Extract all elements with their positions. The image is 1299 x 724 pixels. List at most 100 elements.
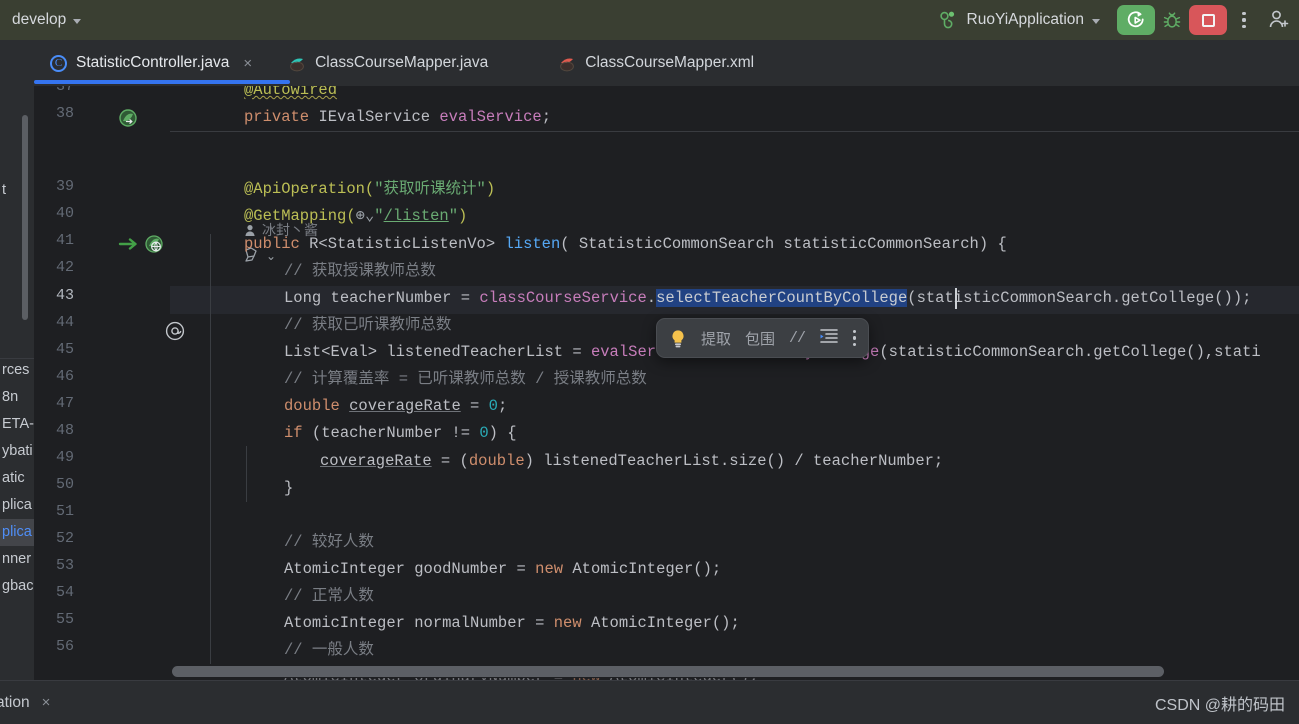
line-number: 39 — [55, 178, 74, 195]
account-button[interactable] — [1261, 5, 1295, 35]
list-item[interactable]: plica — [0, 492, 34, 519]
line-number: 50 — [55, 476, 74, 493]
line-number: 40 — [55, 205, 74, 222]
code-line-40: @GetMapping(⊕⌄"/listen") — [244, 207, 468, 225]
line-number: 44 — [55, 314, 74, 331]
reformat-indent-icon[interactable] — [819, 328, 839, 349]
stop-button[interactable] — [1189, 5, 1227, 35]
line-number: 38 — [55, 105, 74, 122]
code-line-46: // 计算覆盖率 = 已听课教师总数 / 授课教师总数 — [284, 370, 647, 388]
list-item[interactable]: rces — [0, 357, 34, 384]
line-number: 42 — [55, 259, 74, 276]
code-line-52: // 较好人数 — [284, 533, 374, 551]
list-item[interactable]: 8n — [0, 384, 34, 411]
globe-icon: ⊕⌄ — [355, 207, 375, 225]
chevron-down-icon — [1092, 18, 1100, 24]
spring-bean-gutter-icon[interactable] — [118, 108, 138, 133]
line-number: 37 — [55, 86, 74, 95]
code-line-48: if (teacherNumber != 0) { — [284, 424, 517, 442]
code-line-47: double coverageRate = 0; — [284, 397, 508, 415]
editor-gutter[interactable]: 37 38 39 40 41 42 43 44 45 46 47 48 49 5… — [34, 86, 170, 680]
code-line-42: // 获取授课教师总数 — [284, 262, 436, 280]
tab-class-course-mapper-java[interactable]: ClassCourseMapper.java — [274, 40, 502, 86]
close-icon[interactable]: × — [42, 694, 51, 711]
ide-window: develop RuoYiApplication t rces 8n ETA- … — [0, 0, 1299, 724]
line-number: 46 — [55, 368, 74, 385]
extract-action[interactable]: 提取 — [701, 328, 731, 349]
line-number: 51 — [55, 503, 74, 520]
code-editor[interactable]: 37 38 39 40 41 42 43 44 45 46 47 48 49 5… — [34, 86, 1299, 680]
line-number: 55 — [55, 611, 74, 628]
project-tree-list: rces 8n ETA- ybati atic plica plica nner… — [0, 357, 34, 600]
code-line-43: Long teacherNumber = classCourseService.… — [284, 289, 1252, 307]
vcs-branch-label: develop — [12, 11, 67, 28]
line-number: 47 — [55, 395, 74, 412]
more-vertical-icon — [1242, 12, 1246, 28]
editor-horizontal-scrollbar-thumb[interactable] — [172, 666, 1164, 677]
spring-endpoint-gutter-icon[interactable] — [144, 234, 164, 259]
user-account-icon — [1269, 10, 1289, 28]
code-line-55: AtomicInteger normalNumber = new AtomicI… — [284, 614, 740, 632]
line-number: 48 — [55, 422, 74, 439]
more-vertical-icon[interactable] — [853, 330, 857, 346]
code-line-49: coverageRate = (double) listenedTeacherL… — [320, 452, 944, 470]
surround-action[interactable]: 包围 — [745, 328, 775, 349]
list-item[interactable]: gbac — [0, 573, 34, 600]
code-text-area[interactable]: @Autowired private IEvalService evalServ… — [170, 86, 1299, 680]
watermark: CSDN @耕的码田 — [1154, 696, 1285, 714]
tree-fragment-top: t — [2, 182, 7, 198]
indent-guide — [246, 446, 247, 502]
run-button[interactable] — [1117, 5, 1155, 35]
chevron-down-icon — [73, 18, 82, 24]
tab-label: ClassCourseMapper.java — [315, 54, 489, 71]
code-line-54: // 正常人数 — [284, 587, 374, 605]
list-item[interactable]: atic — [0, 465, 34, 492]
line-number: 41 — [55, 232, 74, 249]
project-tool-window-sliver[interactable]: t rces 8n ETA- ybati atic plica plica nn… — [0, 40, 34, 694]
list-item[interactable]: nner — [0, 546, 34, 573]
bottom-tab-label: ation — [0, 693, 30, 711]
list-item[interactable]: ETA- — [0, 411, 34, 438]
code-line-38: private IEvalService evalService; — [244, 108, 552, 126]
code-line-44: // 获取已听课教师总数 — [284, 316, 452, 334]
debug-button[interactable] — [1155, 5, 1189, 35]
code-line-53: AtomicInteger goodNumber = new AtomicInt… — [284, 560, 722, 578]
run-endpoint-gutter-icon[interactable] — [118, 234, 142, 259]
active-tab-underline — [34, 80, 290, 84]
stop-icon — [1201, 13, 1215, 27]
list-item[interactable]: ybati — [0, 438, 34, 465]
line-number: 49 — [55, 449, 74, 466]
mybatis-xml-icon — [558, 55, 576, 72]
toolbar-right-group: RuoYiApplication — [932, 5, 1299, 35]
java-class-icon: C — [50, 54, 67, 72]
vcs-branch-selector[interactable]: develop — [12, 11, 82, 29]
line-number: 54 — [55, 584, 74, 601]
bottom-tab[interactable]: ation × — [0, 694, 50, 712]
tab-class-course-mapper-xml[interactable]: ClassCourseMapper.xml — [544, 40, 768, 86]
code-line-39: @ApiOperation("获取听课统计") — [244, 180, 496, 198]
code-line-56: // 一般人数 — [284, 641, 374, 659]
selected-text: selectTeacherCountByCollege — [656, 289, 908, 307]
line-number: 52 — [55, 530, 74, 547]
main-toolbar: develop RuoYiApplication — [0, 0, 1299, 40]
comment-action[interactable]: // — [789, 330, 806, 347]
list-item-selected[interactable]: plica — [0, 519, 34, 546]
indent-guide — [210, 234, 211, 664]
close-icon[interactable]: × — [243, 55, 252, 72]
line-number-current: 43 — [55, 287, 74, 304]
line-number: 53 — [55, 557, 74, 574]
mybatis-mapper-icon — [288, 55, 306, 72]
run-icon — [1127, 11, 1144, 28]
debug-bug-icon — [1163, 12, 1181, 28]
run-configuration-selector[interactable]: RuoYiApplication — [932, 8, 1107, 32]
project-scrollbar[interactable] — [22, 115, 28, 320]
more-options-button[interactable] — [1227, 5, 1261, 35]
spring-service-icon — [939, 11, 959, 29]
lightbulb-icon[interactable] — [669, 329, 687, 348]
code-line-37: @Autowired — [244, 86, 338, 99]
intention-action-toolbar[interactable]: 提取 包围 // — [656, 318, 870, 358]
code-line-50: } — [284, 479, 294, 497]
tab-label: StatisticController.java — [76, 54, 230, 71]
line-number: 45 — [55, 341, 74, 358]
